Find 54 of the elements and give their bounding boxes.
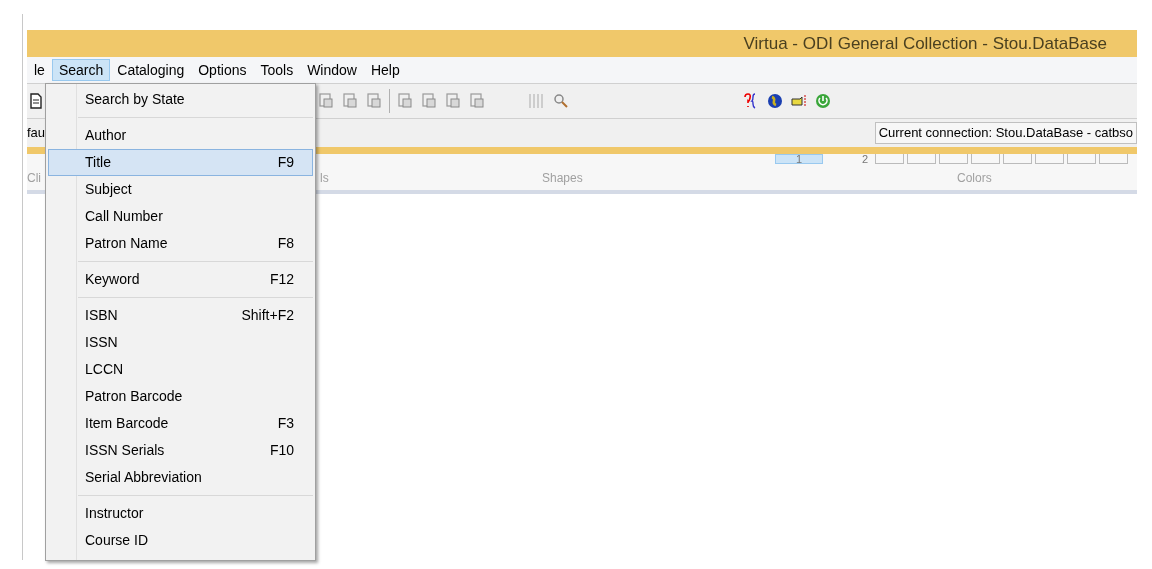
ribbon-group-label: Cli — [27, 170, 41, 187]
option-label: LCCN — [85, 360, 124, 379]
menu-item[interactable]: Help — [363, 59, 407, 81]
option-label: ISSN — [85, 333, 118, 352]
menu-option[interactable]: Author — [48, 122, 313, 149]
option-label: Subject — [85, 180, 132, 199]
option-label: Patron Name — [85, 234, 168, 253]
menu-option[interactable]: Title F9 — [48, 149, 313, 176]
menu-item[interactable]: Tools — [253, 59, 301, 81]
menu-item[interactable]: le — [27, 59, 52, 81]
option-label: Author — [85, 126, 127, 145]
menu-option[interactable]: Item Barcode F3 — [48, 410, 313, 437]
menu-option[interactable]: ISSN Serials F10 — [48, 437, 313, 464]
menu-option[interactable]: Keyword F12 — [48, 266, 313, 293]
color-tab[interactable]: 1 — [775, 154, 823, 164]
option-label: Search by State — [85, 90, 185, 109]
option-label: Course ID — [85, 531, 149, 550]
connection-status: Current connection: Stou.DataBase - catbso — [874, 122, 1137, 144]
menu-option[interactable]: Search by State — [48, 86, 313, 113]
option-label: Title — [85, 153, 111, 172]
menu-item[interactable]: Window — [300, 59, 364, 81]
menu-option[interactable]: Call Number — [48, 203, 313, 230]
shortcut-key: F8 — [277, 233, 294, 254]
menu-option[interactable]: Subject — [48, 176, 313, 203]
shortcut-key: F3 — [277, 413, 294, 434]
option-label: Item Barcode — [85, 414, 169, 433]
option-label: Instructor — [85, 504, 144, 523]
option-label: Call Number — [85, 207, 163, 226]
menu-option[interactable]: Serial Abbreviation — [48, 464, 313, 491]
menu-option[interactable]: ISSN — [48, 329, 313, 356]
color-tab[interactable]: 2 — [841, 154, 889, 164]
menu-option[interactable]: Patron Name F8 — [48, 230, 313, 257]
shortcut-key: F12 — [269, 269, 294, 290]
ribbon-group-label: Shapes — [542, 170, 583, 187]
menu-option[interactable]: Patron Barcode — [48, 383, 313, 410]
menu-option[interactable]: Instructor — [48, 500, 313, 527]
ribbon-group-label: Colors — [957, 170, 992, 187]
status-text: fau — [27, 124, 46, 143]
menu-item[interactable]: Cataloging — [110, 59, 192, 81]
menu-option[interactable]: LCCN — [48, 356, 313, 383]
option-label: ISSN Serials — [85, 441, 165, 460]
window-title: Virtua - ODI General Collection - Stou.DataBase — [743, 32, 1107, 55]
menu-option[interactable]: ISBN Shift+F2 — [48, 302, 313, 329]
shortcut-key: F10 — [269, 440, 294, 461]
option-label: ISBN — [85, 306, 118, 325]
shortcut-key: F9 — [277, 152, 294, 173]
option-label: Patron Barcode — [85, 387, 183, 406]
option-label: Serial Abbreviation — [85, 468, 202, 487]
shortcut-key: Shift+F2 — [241, 305, 294, 326]
menu-item[interactable]: Options — [191, 59, 254, 81]
menu-option[interactable]: Course ID — [48, 527, 313, 554]
option-label: Keyword — [85, 270, 140, 289]
ribbon-group-label: ls — [320, 170, 329, 187]
menu-item[interactable]: Search — [51, 59, 111, 81]
